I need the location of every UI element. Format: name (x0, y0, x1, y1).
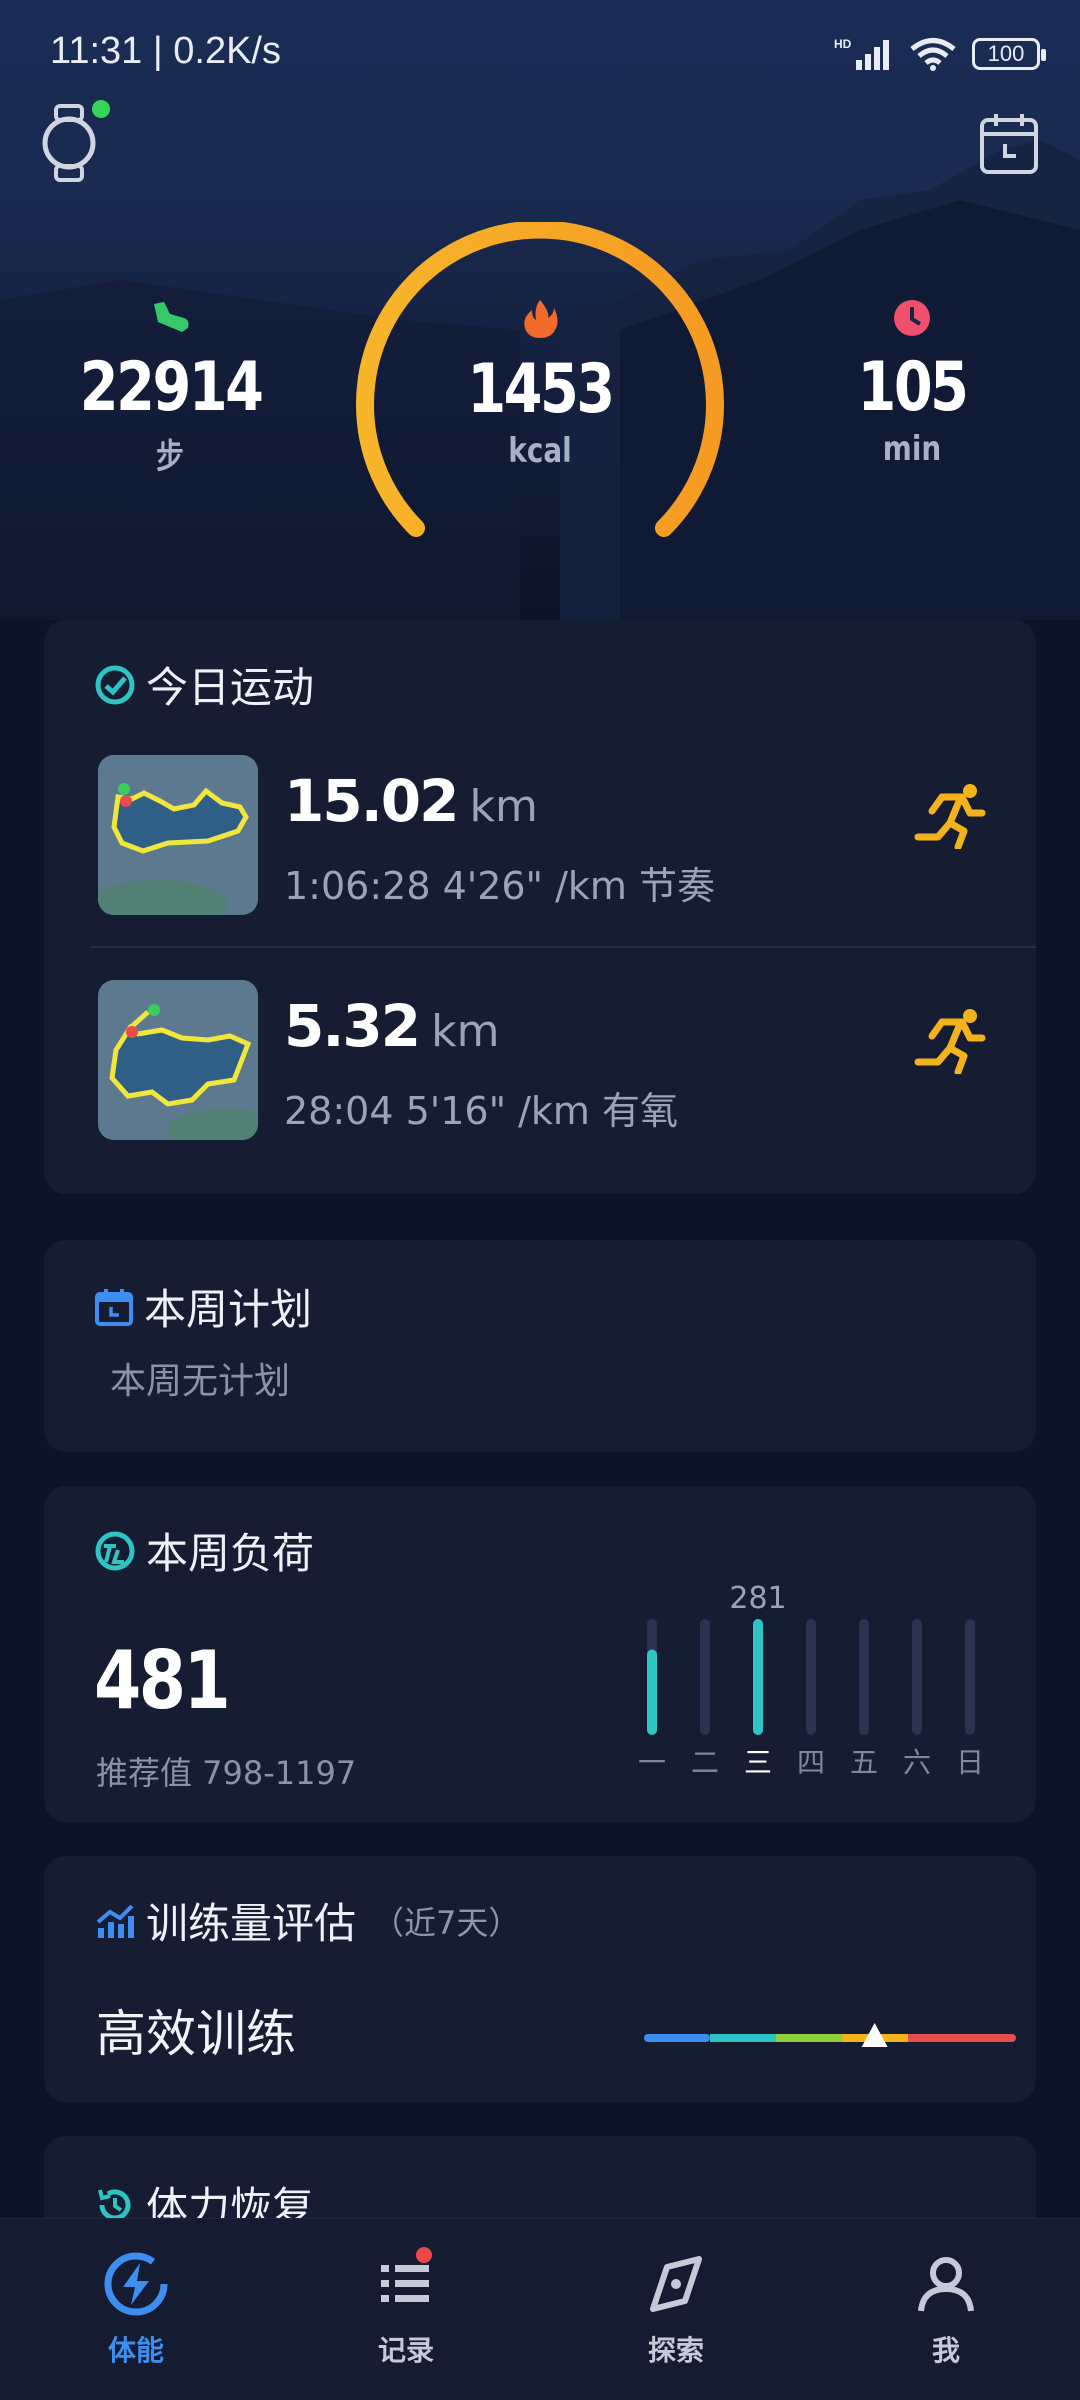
plan-empty-text: 本周无计划 (110, 1361, 291, 1402)
run-distance: 5.32 km (284, 992, 499, 1060)
svg-text:HD: HD (834, 37, 852, 51)
runner-icon (914, 1009, 986, 1074)
training-eval-card[interactable]: 训练量评估 （近7天） 高效训练 (44, 1856, 1036, 2102)
run-divider (90, 946, 1036, 948)
run-distance-value: 15.02 (284, 767, 459, 835)
weekly-load-card[interactable]: 本周负荷 481 推荐值 798-1197 一二三四五六日 281 (44, 1486, 1036, 1822)
nav-label: 体能 (107, 2334, 164, 2367)
clock-icon (894, 300, 930, 336)
weekday-label: 一 (638, 1746, 666, 1779)
plan-title: 本周计划 (144, 1285, 313, 1334)
calories-stat[interactable]: 1453 kcal (430, 298, 650, 471)
calories-value: 1453 (467, 350, 615, 429)
level-segment-5b (950, 2034, 1016, 2042)
person-icon (918, 2257, 974, 2312)
watch-button[interactable] (40, 100, 110, 186)
minutes-value: 105 (857, 348, 968, 427)
load-recommend: 推荐值 798-1197 (96, 1754, 357, 1792)
wifi-icon (910, 38, 956, 71)
weekday-label: 日 (956, 1746, 984, 1779)
check-circle-icon (95, 665, 135, 704)
plan-title-row: 本周计划 (94, 1276, 312, 1337)
notification-dot (416, 2247, 432, 2263)
status-time: 11:31 | 0.2K/s (50, 30, 281, 72)
weekly-load-chart: 一二三四五六日 281 (638, 1584, 984, 1779)
steps-stat[interactable]: 22914 步 (60, 298, 280, 478)
nav-label: 记录 (377, 2334, 434, 2367)
flame-icon (524, 300, 558, 338)
run-distance: 15.02 km (284, 767, 538, 835)
nav-label: 我 (931, 2334, 960, 2367)
weekly-plan-card[interactable]: 本周计划 本周无计划 (44, 1240, 1036, 1452)
minutes-stat[interactable]: 105 min (802, 298, 1022, 469)
weekday-label: 五 (850, 1746, 878, 1779)
nav-me[interactable]: 我 (876, 2249, 1016, 2369)
bottom-navigation: 体能 记录 探索 我 (0, 2218, 1080, 2400)
nav-label: 探索 (647, 2334, 704, 2367)
lightning-icon (104, 2252, 168, 2316)
runner-icon (914, 784, 986, 849)
nav-records[interactable]: 记录 (336, 2247, 476, 2369)
calories-unit: kcal (508, 431, 572, 471)
run-distance-value: 5.32 (284, 992, 421, 1060)
watch-connected-dot (92, 100, 110, 118)
battery-indicator: 100 (972, 38, 1046, 70)
weekday-label: 四 (797, 1746, 825, 1779)
trend-up-icon (96, 1904, 134, 1938)
eval-subtitle: （近7天） (372, 1903, 521, 1942)
training-level-bar (644, 2023, 1016, 2047)
eval-title: 训练量评估 (146, 1899, 357, 1948)
level-segment-3 (776, 2034, 842, 2042)
run-record-2[interactable]: 5.32 km 28:04 5'16" /km 有氧 (98, 980, 1036, 1150)
level-segment-2 (710, 2034, 776, 2042)
run-record-1[interactable]: 15.02 km 1:06:28 4'26" /km 节奏 (98, 755, 1036, 925)
level-segment-1 (644, 2034, 710, 2042)
nav-explore[interactable]: 探索 (606, 2249, 746, 2369)
status-icons: HD 100 (834, 32, 1046, 76)
run-detail: 1:06:28 4'26" /km 节奏 (284, 864, 716, 908)
route-map-thumbnail (98, 755, 258, 915)
shoe-icon (154, 302, 189, 332)
load-title: 本周负荷 (146, 1529, 315, 1578)
today-title-row: 今日运动 (94, 654, 314, 715)
status-bar: 11:31 | 0.2K/s HD 100 (0, 0, 1080, 110)
calendar-icon (980, 114, 1038, 174)
eval-result: 高效训练 (96, 2005, 296, 2063)
load-value: 481 (94, 1634, 231, 1727)
run-detail: 28:04 5'16" /km 有氧 (284, 1089, 679, 1133)
weekday-label: 二 (691, 1746, 719, 1779)
load-gauge-icon (95, 1531, 135, 1570)
eval-title-row: 训练量评估 （近7天） (94, 1890, 520, 1951)
signal-icon: HD (834, 37, 889, 70)
peak-value-label: 281 (729, 1584, 786, 1616)
weekday-label: 六 (903, 1746, 931, 1779)
run-distance-unit: km (469, 781, 538, 832)
route-map-thumbnail (98, 980, 258, 1140)
steps-unit: 步 (156, 437, 184, 477)
run-distance-unit: km (431, 1006, 500, 1057)
minutes-unit: min (882, 429, 942, 469)
today-card: 今日运动 15.02 km 1:06:28 4'26" /km 节奏 5.32 … (44, 620, 1036, 1194)
calendar-plan-icon (95, 1288, 133, 1326)
load-title-row: 本周负荷 (94, 1520, 314, 1581)
nav-fitness[interactable]: 体能 (66, 2249, 206, 2369)
calendar-button[interactable] (978, 110, 1040, 176)
steps-value: 22914 (79, 348, 264, 427)
weekday-label: 三 (744, 1746, 772, 1779)
compass-icon (650, 2256, 702, 2312)
today-title: 今日运动 (146, 663, 315, 712)
